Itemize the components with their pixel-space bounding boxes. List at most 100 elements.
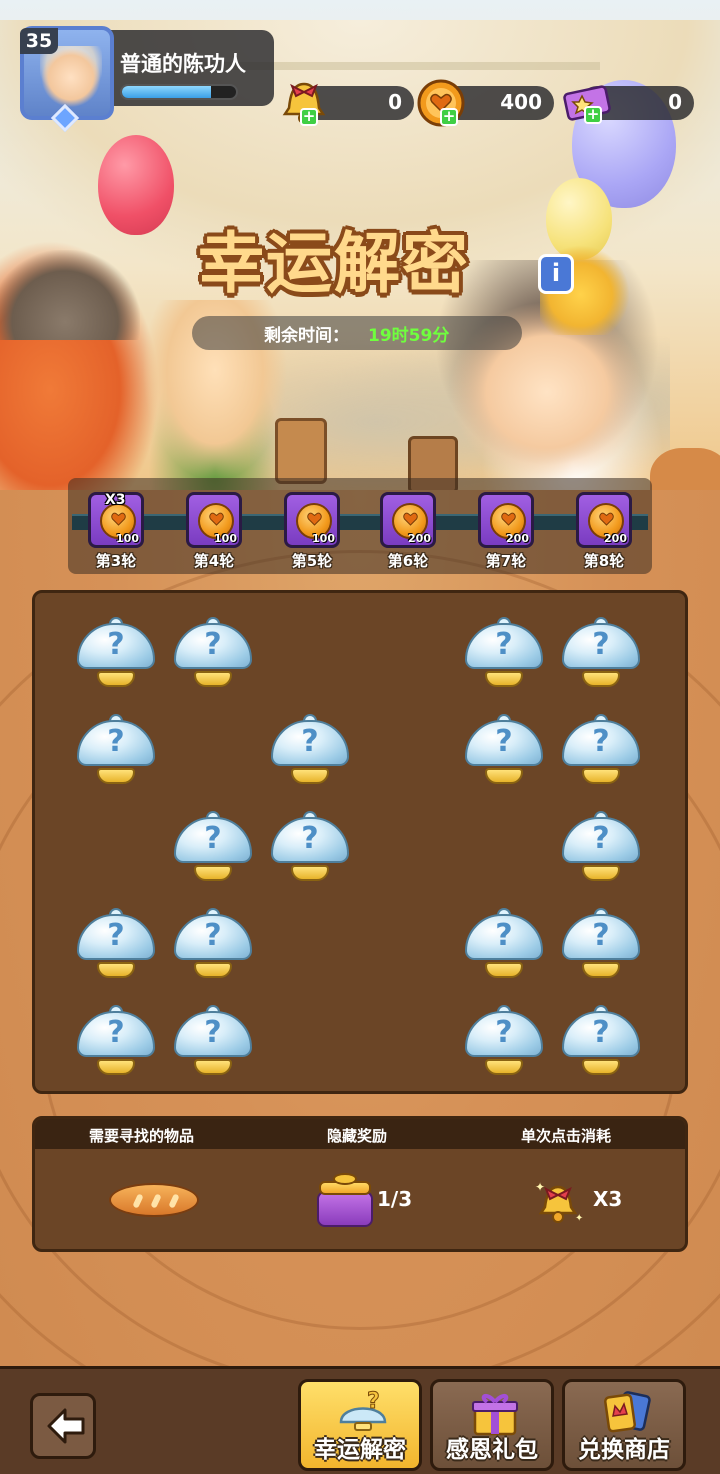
add-bell-icon[interactable]: +: [300, 108, 318, 126]
click-cost-value: X3: [593, 1187, 623, 1211]
round-reward[interactable]: X3 100 第3轮: [86, 492, 146, 571]
red-balloon: [98, 135, 174, 235]
cloche-tile[interactable]: ?: [560, 714, 642, 790]
question-mark-icon: ?: [592, 724, 610, 759]
round-amount: 100: [214, 532, 237, 545]
cloche-plate: [194, 671, 232, 687]
back-button[interactable]: [30, 1393, 96, 1459]
question-mark-icon: ?: [592, 627, 610, 662]
timer-label: 剩余时间：: [264, 326, 349, 346]
cost-header: 单次点击消耗: [521, 1127, 612, 1145]
cloche-tile[interactable]: ?: [463, 617, 545, 693]
question-mark-icon: ?: [204, 918, 222, 953]
round-reward[interactable]: 100 第4轮: [184, 492, 244, 571]
nav-exchange-shop-button[interactable]: 兑换商店: [562, 1379, 686, 1471]
cloche-tile[interactable]: ?: [269, 811, 351, 887]
round-reward-box: 200: [478, 492, 534, 548]
cloche-plate: [485, 671, 523, 687]
hidden-reward-count: 1/3: [377, 1187, 413, 1211]
timer-value: 19时59分: [368, 326, 450, 346]
cloche-tile[interactable]: ?: [269, 714, 351, 790]
cloche-plate: [194, 1059, 232, 1075]
player-level-badge: 35: [20, 28, 58, 54]
info-icon[interactable]: i: [538, 254, 574, 294]
question-mark-icon: ?: [107, 627, 125, 662]
question-mark-icon: ?: [592, 821, 610, 856]
round-amount: 100: [312, 532, 335, 545]
cloche-tile[interactable]: ?: [560, 908, 642, 984]
exp-bar: [120, 84, 238, 100]
bell-icon: ✦ ✦: [535, 1180, 583, 1224]
question-mark-icon: ?: [495, 1015, 513, 1050]
back-arrow-icon: [47, 1408, 85, 1444]
round-reward[interactable]: 100 第5轮: [282, 492, 342, 571]
cloche-plate: [97, 962, 135, 978]
question-mark-icon: ?: [107, 918, 125, 953]
round-reward[interactable]: 200 第8轮: [574, 492, 634, 571]
cloche-tile[interactable]: ?: [172, 1005, 254, 1081]
question-mark-icon: ?: [204, 821, 222, 856]
cloche-plate: [582, 865, 620, 881]
cloche-tile[interactable]: ?: [172, 811, 254, 887]
question-mark-icon: ?: [592, 918, 610, 953]
exp-bar-fill: [122, 86, 211, 98]
nav-thanks-gift-button[interactable]: 感恩礼包: [430, 1379, 554, 1471]
round-amount: 200: [408, 532, 431, 545]
cloche-tile[interactable]: ?: [75, 617, 157, 693]
svg-text:✦: ✦: [575, 1213, 583, 1224]
round-amount: 200: [506, 532, 529, 545]
cloche-tile[interactable]: ?: [172, 908, 254, 984]
cloche-plate: [582, 768, 620, 784]
round-reward[interactable]: 200 第7轮: [476, 492, 536, 571]
add-ticket-icon[interactable]: +: [584, 106, 602, 124]
question-mark-icon: ?: [592, 1015, 610, 1050]
cloche-tile[interactable]: ?: [75, 714, 157, 790]
question-mark-icon: ?: [495, 627, 513, 662]
svg-text:?: ?: [367, 1390, 380, 1414]
cloche-tile[interactable]: ?: [463, 908, 545, 984]
nav-label: 感恩礼包: [446, 1437, 538, 1463]
info-header-row: 需要寻找的物品 隐藏奖励 单次点击消耗: [35, 1119, 685, 1149]
cloche-tile[interactable]: ?: [560, 1005, 642, 1081]
question-mark-icon: ?: [301, 821, 319, 856]
bell-count: 0: [388, 90, 402, 114]
nav-label: 兑换商店: [578, 1437, 670, 1463]
cloche-plate: [97, 768, 135, 784]
cloche-plate: [194, 962, 232, 978]
cloche-tile[interactable]: ?: [463, 714, 545, 790]
cloche-plate: [582, 671, 620, 687]
track-line: [72, 514, 648, 530]
hidden-reward-header: 隐藏奖励: [327, 1127, 388, 1145]
cloche-tile[interactable]: ?: [172, 617, 254, 693]
round-reward-box: X3 100: [88, 492, 144, 548]
cloche-plate: [291, 768, 329, 784]
round-amount: 200: [604, 532, 627, 545]
round-amount: 100: [116, 532, 139, 545]
question-mark-icon: ?: [495, 724, 513, 759]
question-mark-icon: ?: [204, 1015, 222, 1050]
viking-helmet: [0, 250, 140, 340]
bottom-nav: ? 幸运解密 感恩礼包 兑换商店: [0, 1366, 720, 1474]
mug-left: [275, 418, 327, 484]
round-reward-track: X3 100 第3轮 100 第4轮 100 第5轮 200 第6轮 200 第7轮 200 第8轮: [68, 478, 652, 574]
nav-lucky-decode-button[interactable]: ? 幸运解密: [298, 1379, 422, 1471]
cloche-plate: [485, 962, 523, 978]
question-mark-icon: ?: [107, 1015, 125, 1050]
gift-icon: [317, 1173, 373, 1227]
add-coin-icon[interactable]: +: [440, 108, 458, 126]
cloche-board: ???????????????????: [32, 590, 688, 1094]
round-label: 第8轮: [583, 552, 625, 570]
cloche-tile[interactable]: ?: [463, 1005, 545, 1081]
round-reward-box: 100: [284, 492, 340, 548]
round-reward-box: 200: [380, 492, 436, 548]
cloche-tile[interactable]: ?: [75, 908, 157, 984]
cloche-plate: [97, 1059, 135, 1075]
cloche-tile[interactable]: ?: [560, 811, 642, 887]
cloche-tile[interactable]: ?: [560, 617, 642, 693]
cloche-plate: [194, 865, 232, 881]
cloche-plate: [97, 671, 135, 687]
round-reward[interactable]: 200 第6轮: [378, 492, 438, 571]
question-mark-icon: ?: [107, 724, 125, 759]
coin-count: 400: [500, 90, 542, 114]
cloche-tile[interactable]: ?: [75, 1005, 157, 1081]
